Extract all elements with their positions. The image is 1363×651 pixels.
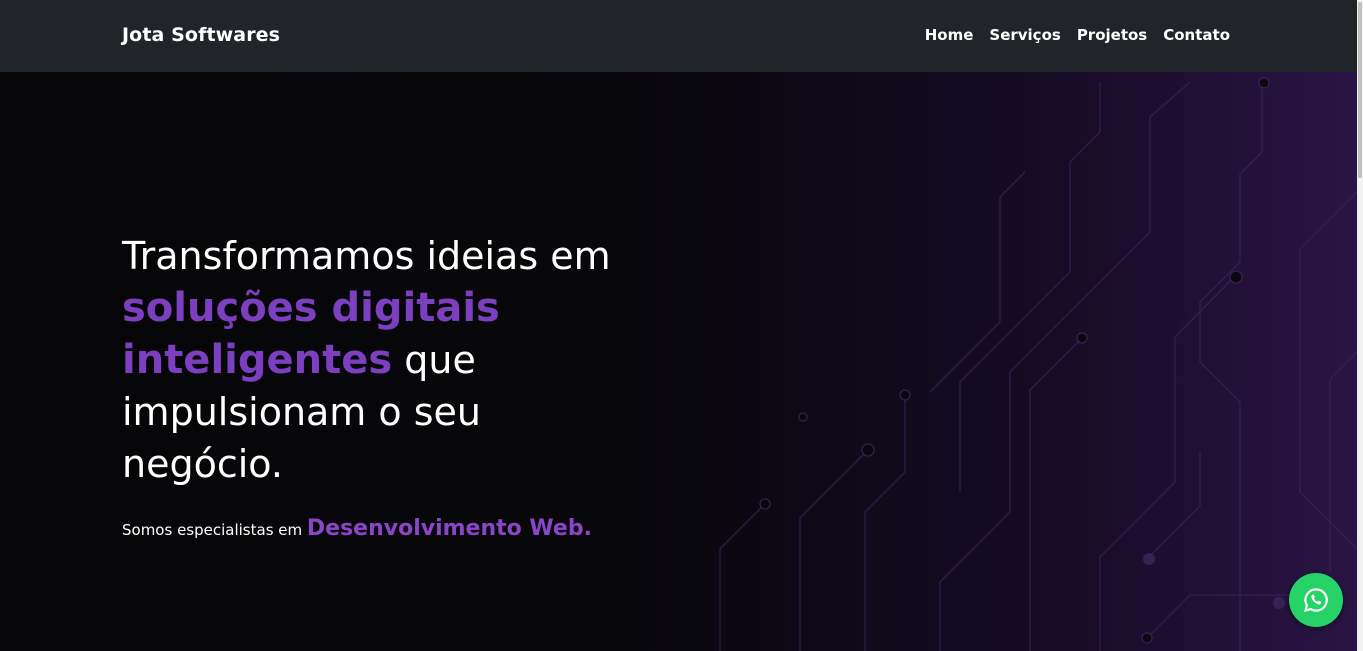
whatsapp-button[interactable]: [1289, 573, 1343, 627]
subtitle-prefix: Somos especialistas em: [122, 521, 307, 539]
headline-line-3-rest: que: [392, 338, 476, 382]
nav-link-contato[interactable]: Contato: [1163, 26, 1230, 44]
headline-line-4: impulsionam o seu: [122, 390, 481, 434]
hero-section: Transformamos ideias em soluções digitai…: [0, 72, 1357, 651]
scrollbar-thumb[interactable]: [1358, 2, 1362, 178]
nav-link-servicos[interactable]: Serviços: [989, 26, 1060, 44]
hero-subtitle: Somos especialistas em Desenvolvimento W…: [122, 516, 722, 541]
hero-headline: Transformamos ideias em soluções digitai…: [122, 230, 682, 490]
headline-accent-2: inteligentes: [122, 337, 393, 383]
subtitle-typed-text: Desenvolvimento Web.: [306, 516, 592, 541]
nav-link-projetos[interactable]: Projetos: [1077, 26, 1147, 44]
nav-links: Home Serviços Projetos Contato: [925, 26, 1230, 44]
headline-line-5: negócio.: [122, 442, 283, 486]
nav-link-home[interactable]: Home: [925, 26, 974, 44]
headline-line-1: Transformamos ideias em: [122, 234, 611, 278]
brand-logo-text[interactable]: Jota Softwares: [122, 24, 280, 46]
headline-accent-1: soluções digitais: [122, 285, 500, 331]
whatsapp-icon: [1303, 588, 1328, 613]
navbar: Jota Softwares Home Serviços Projetos Co…: [0, 0, 1357, 72]
